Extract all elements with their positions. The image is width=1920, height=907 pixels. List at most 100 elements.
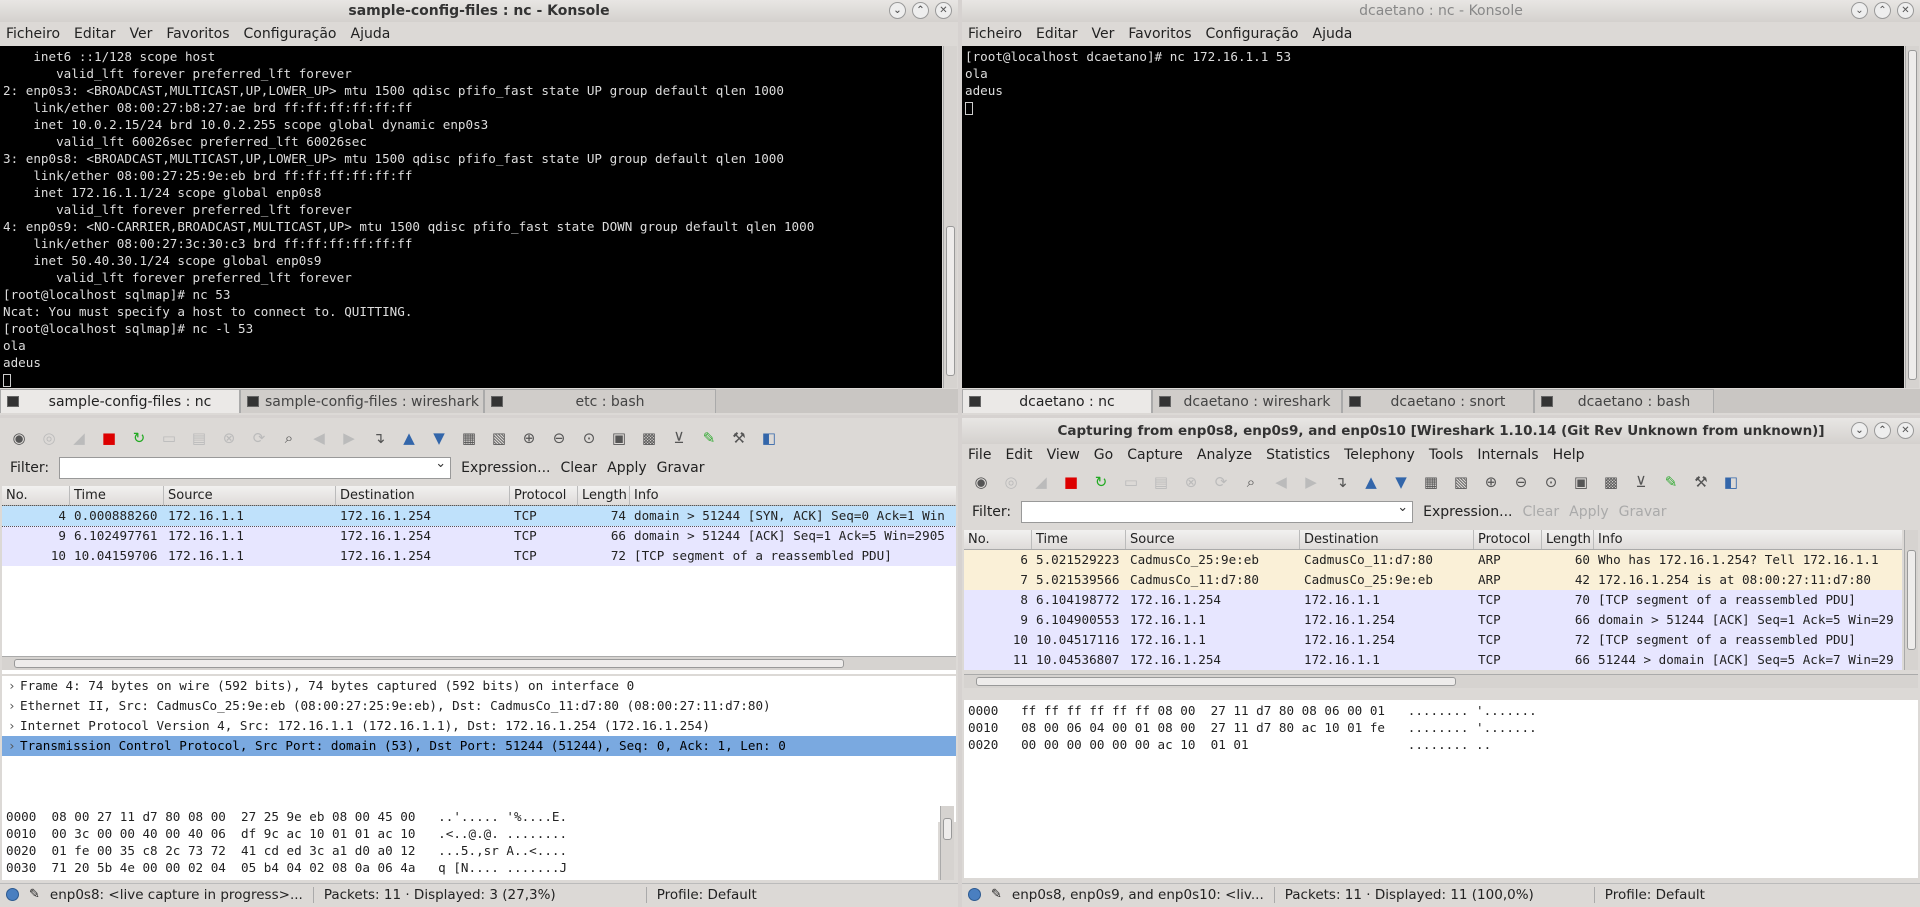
packet-row[interactable]: 9 6.104900553 172.16.1.1 172.16.1.254 TCP 66 d… bbox=[964, 610, 1902, 630]
right-konsole-titlebar[interactable]: dcaetano : nc - Konsole ⌄ ⌃ ✕ bbox=[962, 0, 1920, 22]
preferences-icon[interactable]: ⚒ bbox=[726, 425, 752, 451]
packet-row[interactable]: 9 6.102497761 172.16.1.1 172.16.1.254 TCP 66 d… bbox=[2, 526, 956, 546]
menu-go[interactable]: Go bbox=[1094, 447, 1113, 463]
tab-dcaetano-bash[interactable]: dcaetano : bash bbox=[1534, 389, 1714, 413]
tab-dcaetano-nc[interactable]: dcaetano : nc bbox=[962, 389, 1152, 413]
interfaces-icon[interactable]: ◉ bbox=[968, 469, 994, 495]
edit-comment-icon[interactable]: ✎ bbox=[29, 887, 40, 902]
close-icon[interactable]: ✕ bbox=[935, 2, 952, 19]
menu-configuracao[interactable]: Configuração bbox=[1206, 26, 1299, 42]
capture-filters-icon[interactable]: ▩ bbox=[1598, 469, 1624, 495]
tab-etc-bash[interactable]: etc : bash bbox=[484, 389, 716, 413]
restart-icon[interactable]: ↻ bbox=[126, 425, 152, 451]
col-protocol[interactable]: Protocol bbox=[510, 486, 578, 505]
right-hex-dump[interactable]: 0000 ff ff ff ff ff ff 08 00 27 11 d7 80… bbox=[964, 700, 1918, 878]
save-filter-button[interactable]: Gravar bbox=[1619, 504, 1667, 520]
capture-filters-icon[interactable]: ▩ bbox=[636, 425, 662, 451]
left-packet-details[interactable]: Frame 4: 74 bytes on wire (592 bits), 74… bbox=[2, 676, 956, 822]
menu-telephony[interactable]: Telephony bbox=[1344, 447, 1415, 463]
coloring-rules-icon[interactable]: ✎ bbox=[696, 425, 722, 451]
start-icon[interactable]: ◢ bbox=[1028, 469, 1054, 495]
stop-icon[interactable]: ■ bbox=[1058, 469, 1084, 495]
right-wireshark-titlebar[interactable]: Capturing from enp0s8, enp0s9, and enp0s… bbox=[962, 418, 1920, 444]
col-destination[interactable]: Destination bbox=[336, 486, 510, 505]
packet-row[interactable]: 7 5.021539566 CadmusCo_11:d7:80 CadmusCo_25… bbox=[964, 570, 1902, 590]
col-info[interactable]: Info bbox=[1594, 530, 1902, 549]
col-source[interactable]: Source bbox=[164, 486, 336, 505]
right-packet-list[interactable]: No. Time Source Destination Protocol Len… bbox=[964, 530, 1902, 670]
right-packet-vscroll[interactable] bbox=[1904, 530, 1918, 670]
zoom-normal-icon[interactable]: ⊙ bbox=[1538, 469, 1564, 495]
back-icon[interactable]: ◀ bbox=[306, 425, 332, 451]
find-icon[interactable]: ⌕ bbox=[1238, 469, 1264, 495]
status-profile[interactable]: Profile: Default bbox=[1605, 887, 1705, 903]
capture-status-icon[interactable] bbox=[6, 888, 19, 901]
zoom-in-icon[interactable]: ⊕ bbox=[516, 425, 542, 451]
zoom-out-icon[interactable]: ⊖ bbox=[546, 425, 572, 451]
coloring-rules-icon[interactable]: ✎ bbox=[1658, 469, 1684, 495]
autoscroll-icon[interactable]: ▧ bbox=[1448, 469, 1474, 495]
open-icon[interactable]: ▭ bbox=[1118, 469, 1144, 495]
menu-internals[interactable]: Internals bbox=[1477, 447, 1538, 463]
save-icon[interactable]: ▤ bbox=[186, 425, 212, 451]
restart-icon[interactable]: ↻ bbox=[1088, 469, 1114, 495]
last-packet-icon[interactable]: ▼ bbox=[426, 425, 452, 451]
apply-button[interactable]: Apply bbox=[1569, 504, 1609, 520]
options-icon[interactable]: ◎ bbox=[998, 469, 1024, 495]
tab-sample-config-wireshark[interactable]: sample-config-files : wireshark bbox=[240, 389, 484, 413]
goto-icon[interactable]: ↴ bbox=[1328, 469, 1354, 495]
help-icon[interactable]: ◧ bbox=[756, 425, 782, 451]
goto-icon[interactable]: ↴ bbox=[366, 425, 392, 451]
zoom-normal-icon[interactable]: ⊙ bbox=[576, 425, 602, 451]
maximize-icon[interactable]: ⌃ bbox=[1874, 422, 1891, 439]
right-terminal-output[interactable]: [root@localhost dcaetano]# nc 172.16.1.1… bbox=[962, 46, 1904, 388]
right-packet-hscroll[interactable] bbox=[964, 674, 1918, 688]
menu-capture[interactable]: Capture bbox=[1127, 447, 1183, 463]
menu-editar[interactable]: Editar bbox=[74, 26, 115, 42]
open-icon[interactable]: ▭ bbox=[156, 425, 182, 451]
right-terminal-scrollbar[interactable] bbox=[1905, 46, 1919, 388]
left-terminal-scrollbar[interactable] bbox=[943, 46, 957, 388]
left-terminal-output[interactable]: inet6 ::1/128 scope host valid_lft forev… bbox=[0, 46, 942, 388]
detail-frame[interactable]: Frame 4: 74 bytes on wire (592 bits), 74… bbox=[2, 676, 956, 696]
close-icon[interactable]: ✕ bbox=[1897, 422, 1914, 439]
save-filter-button[interactable]: Gravar bbox=[657, 460, 705, 476]
packet-row[interactable]: 10 10.04517116 172.16.1.1 172.16.1.254 TCP 72… bbox=[964, 630, 1902, 650]
close-file-icon[interactable]: ⊗ bbox=[216, 425, 242, 451]
packet-row[interactable]: 4 0.000888260 172.16.1.1 172.16.1.254 TCP 74 d… bbox=[2, 505, 956, 527]
filter-input[interactable] bbox=[1021, 500, 1414, 523]
zoom-in-icon[interactable]: ⊕ bbox=[1478, 469, 1504, 495]
menu-view[interactable]: View bbox=[1047, 447, 1080, 463]
resize-columns-icon[interactable]: ▣ bbox=[606, 425, 632, 451]
save-icon[interactable]: ▤ bbox=[1148, 469, 1174, 495]
col-time[interactable]: Time bbox=[70, 486, 164, 505]
clear-button[interactable]: Clear bbox=[1523, 504, 1560, 520]
back-icon[interactable]: ◀ bbox=[1268, 469, 1294, 495]
col-no[interactable]: No. bbox=[2, 486, 70, 505]
menu-analyze[interactable]: Analyze bbox=[1197, 447, 1252, 463]
forward-icon[interactable]: ▶ bbox=[336, 425, 362, 451]
left-hex-scrollbar[interactable] bbox=[940, 806, 954, 880]
col-protocol[interactable]: Protocol bbox=[1474, 530, 1542, 549]
clear-button[interactable]: Clear bbox=[561, 460, 598, 476]
menu-edit[interactable]: Edit bbox=[1005, 447, 1032, 463]
detail-ipv4[interactable]: Internet Protocol Version 4, Src: 172.16… bbox=[2, 716, 956, 736]
packet-row[interactable]: 6 5.021529223 CadmusCo_25:9e:eb CadmusCo_11… bbox=[964, 550, 1902, 570]
packet-row[interactable]: 8 6.104198772 172.16.1.254 172.16.1.1 TCP 70 [… bbox=[964, 590, 1902, 610]
resize-columns-icon[interactable]: ▣ bbox=[1568, 469, 1594, 495]
menu-ajuda[interactable]: Ajuda bbox=[1313, 26, 1353, 42]
last-packet-icon[interactable]: ▼ bbox=[1388, 469, 1414, 495]
menu-file[interactable]: File bbox=[968, 447, 991, 463]
start-icon[interactable]: ◢ bbox=[66, 425, 92, 451]
zoom-out-icon[interactable]: ⊖ bbox=[1508, 469, 1534, 495]
interfaces-icon[interactable]: ◉ bbox=[6, 425, 32, 451]
autoscroll-icon[interactable]: ▧ bbox=[486, 425, 512, 451]
status-profile[interactable]: Profile: Default bbox=[657, 887, 757, 903]
colorize-icon[interactable]: ▦ bbox=[1418, 469, 1444, 495]
close-icon[interactable]: ✕ bbox=[1897, 2, 1914, 19]
edit-comment-icon[interactable]: ✎ bbox=[991, 887, 1002, 902]
menu-ficheiro[interactable]: Ficheiro bbox=[6, 26, 60, 42]
left-packet-list[interactable]: No. Time Source Destination Protocol Len… bbox=[2, 486, 956, 674]
detail-tcp[interactable]: Transmission Control Protocol, Src Port:… bbox=[2, 736, 956, 756]
find-icon[interactable]: ⌕ bbox=[276, 425, 302, 451]
